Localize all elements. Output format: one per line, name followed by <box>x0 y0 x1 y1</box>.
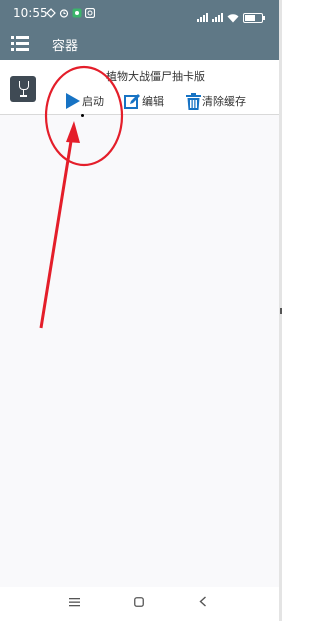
tap-marker <box>81 114 84 117</box>
home-icon[interactable] <box>134 596 144 611</box>
wifi-icon <box>227 8 239 27</box>
menu-list-icon[interactable] <box>11 35 29 51</box>
signal-sync-icon <box>46 8 56 18</box>
nav-bar <box>0 587 279 621</box>
status-bar: 10:55 <box>0 0 279 27</box>
page-title: 容器 <box>52 39 79 54</box>
edit-label: 编辑 <box>142 95 164 108</box>
edit-icon <box>124 93 140 109</box>
play-icon <box>66 93 80 109</box>
recent-apps-icon[interactable] <box>69 596 80 611</box>
start-button[interactable]: 启动 <box>66 92 104 110</box>
start-label: 启动 <box>82 95 104 108</box>
app-notification-icon <box>72 8 82 18</box>
battery-icon <box>243 12 265 23</box>
edge-handle <box>280 308 282 314</box>
camera-notification-icon <box>84 7 96 19</box>
wine-glass-icon <box>10 76 36 102</box>
clear-cache-label: 清除缓存 <box>202 95 246 108</box>
container-name: 植物大战僵尸抽卡版 <box>106 70 205 83</box>
container-list: 植物大战僵尸抽卡版 启动 编辑 清除缓存 <box>0 60 279 587</box>
signal-icon <box>212 13 223 22</box>
status-right-icons <box>197 8 265 27</box>
app-bar: 容器 <box>0 27 279 60</box>
container-item[interactable]: 植物大战僵尸抽卡版 启动 编辑 清除缓存 <box>0 60 279 115</box>
edit-button[interactable]: 编辑 <box>124 92 164 110</box>
back-icon[interactable] <box>199 596 207 611</box>
status-left-icons <box>46 7 96 19</box>
alarm-icon <box>59 8 69 18</box>
signal-icon <box>197 13 208 22</box>
clear-cache-button[interactable]: 清除缓存 <box>186 92 246 110</box>
trash-icon <box>186 93 201 110</box>
status-time: 10:55 <box>13 6 48 20</box>
